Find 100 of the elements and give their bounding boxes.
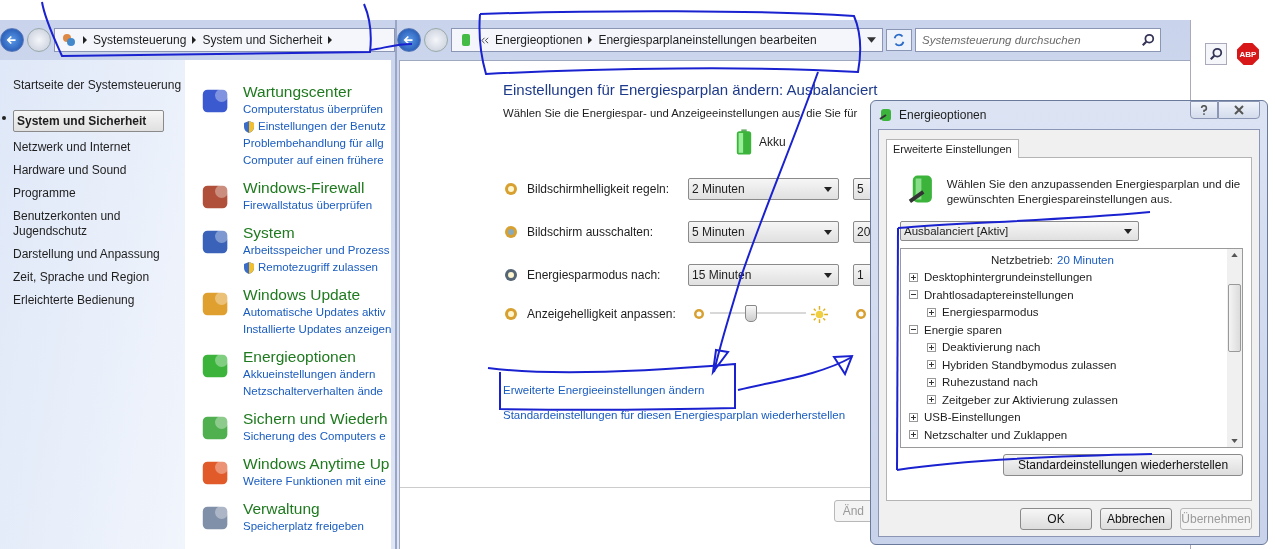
category-link[interactable]: Computer auf einen frühere — [243, 152, 384, 169]
scroll-down-icon[interactable] — [1231, 439, 1238, 443]
category-title[interactable]: Windows Update — [243, 285, 361, 304]
expand-icon[interactable] — [909, 272, 918, 282]
expand-icon[interactable] — [927, 395, 936, 405]
category-link[interactable]: Automatische Updates aktiv — [243, 304, 386, 321]
tree-item[interactable]: Drahtlosadaptereinstellungen — [924, 288, 1074, 301]
category-title[interactable]: Windows-Firewall — [243, 178, 365, 197]
sidebar-item[interactable]: System und Sicherheit — [13, 110, 164, 132]
adblock-button[interactable]: ABP — [1237, 43, 1259, 65]
dropdown[interactable]: 2 Minuten — [688, 178, 839, 200]
question-mark-icon — [1200, 104, 1208, 116]
category-link[interactable]: Weitere Funktionen mit eine — [243, 473, 386, 490]
tree-item[interactable]: Energiesparmodus — [942, 306, 1039, 319]
category-link[interactable]: Remotezugriff zulassen — [258, 259, 378, 276]
collapse-icon[interactable] — [909, 325, 918, 335]
collapse-icon[interactable] — [909, 290, 918, 300]
breadcrumb-arrow-icon — [83, 36, 87, 44]
category-title[interactable]: System — [243, 223, 295, 242]
clock-monitor-icon — [503, 224, 519, 240]
dropdown-caret-icon — [1124, 228, 1132, 234]
restore-defaults-button[interactable]: Standardeinstellungen wiederherstellen — [1003, 454, 1243, 476]
expand-icon[interactable] — [927, 360, 936, 370]
tree-item[interactable]: Desktophintergrundeinstellungen — [924, 271, 1093, 284]
setting-value-link[interactable]: 20 Minuten — [1057, 253, 1114, 266]
brightness-icon — [503, 181, 519, 197]
tree-item[interactable]: Netzschalter und Zuklappen — [924, 428, 1068, 441]
tree-item[interactable]: Zeitgeber zur Aktivierung zulassen — [942, 393, 1118, 406]
category-link[interactable]: Sicherung des Computers e — [243, 428, 386, 445]
scrollbar[interactable] — [1227, 249, 1242, 447]
refresh-button[interactable] — [886, 29, 912, 51]
category-title[interactable]: Energieoptionen — [243, 347, 356, 366]
close-icon — [1234, 105, 1244, 115]
tree-item[interactable]: Deaktivierung nach — [942, 341, 1041, 354]
expand-icon[interactable] — [927, 342, 936, 352]
sidebar-item[interactable]: Netzwerk und Internet — [13, 140, 173, 155]
category-link[interactable]: Firewallstatus überprüfen — [243, 197, 373, 214]
sidebar-item[interactable]: Darstellung und Anpassung — [13, 247, 173, 262]
slider-thumb[interactable] — [745, 305, 758, 322]
category-title[interactable]: Verwaltung — [243, 499, 320, 518]
dropdown-caret-icon — [824, 186, 832, 192]
breadcrumb-item[interactable]: Energiesparplaneinstellungen bearbeiten — [598, 33, 817, 47]
search-button[interactable] — [1205, 43, 1227, 65]
scroll-up-icon[interactable] — [1231, 253, 1238, 257]
settings-link[interactable]: Erweiterte Energieeinstellungen ändern — [503, 384, 705, 396]
scrollbar-thumb[interactable] — [1228, 284, 1241, 352]
dropdown-caret-icon[interactable] — [867, 37, 876, 43]
dim-sun-icon — [855, 308, 867, 320]
setting-label: Bildschirm ausschalten: — [527, 225, 655, 239]
expand-icon[interactable] — [909, 412, 918, 422]
dim-sun-icon — [693, 308, 705, 320]
back-button[interactable] — [0, 28, 24, 52]
close-button[interactable] — [1218, 101, 1260, 119]
address-bar[interactable]: Systemsteuerung System und Sicherheit — [54, 28, 395, 52]
tree-item[interactable]: Hybriden Standbymodus zulassen — [942, 358, 1117, 371]
brightness-slider[interactable] — [710, 304, 806, 324]
back-button[interactable] — [397, 28, 421, 52]
category-link[interactable]: Problembehandlung für allg — [243, 135, 384, 152]
category-link[interactable]: Einstellungen der Benutz — [258, 118, 386, 135]
expand-icon[interactable] — [927, 307, 936, 317]
dialog-button[interactable]: Abbrechen — [1100, 508, 1172, 530]
settings-link[interactable]: Standardeinstellungen für diesen Energiesparplan wiederherstellen — [503, 409, 846, 421]
tree-item[interactable]: Energie sparen — [924, 323, 1002, 336]
setting-label: Energiesparmodus nach: — [527, 268, 662, 282]
breadcrumb-item[interactable]: Energieoptionen — [495, 33, 583, 47]
category-link[interactable]: Netzschalterverhalten ände — [243, 383, 383, 400]
sidebar-item[interactable]: Benutzerkonten und Jugendschutz — [13, 209, 173, 239]
dropdown[interactable]: 5 Minuten — [688, 221, 839, 243]
tab[interactable]: Erweiterte Einstellungen — [886, 139, 1019, 158]
category-link[interactable]: Computerstatus überprüfen — [243, 101, 383, 118]
dropdown-caret-icon — [824, 229, 832, 235]
search-icon — [1141, 33, 1155, 47]
category-link[interactable]: Installierte Updates anzeigen — [243, 321, 392, 338]
category-title[interactable]: Sichern und Wiederh — [243, 409, 388, 428]
breadcrumb-item[interactable]: System und Sicherheit — [202, 33, 323, 47]
sidebar-item[interactable]: Programme — [13, 186, 173, 201]
address-bar[interactable]: Energieoptionen Energiesparplaneinstellungen bearbeiten — [451, 28, 883, 52]
sidebar-item[interactable]: Hardware und Sound — [13, 163, 173, 178]
tree-item[interactable]: USB-Einstellungen — [924, 411, 1021, 424]
search-field[interactable]: Systemsteuerung durchsuchen — [915, 28, 1161, 52]
tree-item[interactable]: Ruhezustand nach — [942, 376, 1038, 389]
sidebar-item[interactable]: Erleichterte Bedienung — [13, 293, 173, 308]
sidebar-item[interactable]: Startseite der Systemsteuerung — [13, 78, 188, 93]
category-link[interactable]: Arbeitsspeicher und Prozess — [243, 242, 390, 259]
dialog-button[interactable]: OK — [1020, 508, 1092, 530]
plan-dropdown[interactable]: Ausbalanciert [Aktiv] — [900, 221, 1139, 241]
category-link[interactable]: Akkueinstellungen ändern — [243, 366, 376, 383]
expand-icon[interactable] — [927, 377, 936, 387]
breadcrumb-item[interactable]: Systemsteuerung — [93, 33, 187, 47]
help-button[interactable] — [1190, 101, 1218, 119]
breadcrumb-arrow-icon — [588, 36, 593, 44]
column-header: Akku — [759, 135, 786, 149]
pen-line — [369, 43, 413, 51]
category-link[interactable]: Speicherplatz freigeben — [243, 518, 364, 535]
dropdown-caret-icon — [824, 272, 832, 278]
category-title[interactable]: Wartungscenter — [243, 82, 352, 101]
category-title[interactable]: Windows Anytime Up — [243, 454, 390, 473]
double-chevron-icon — [480, 35, 489, 45]
expand-icon[interactable] — [909, 430, 918, 440]
sidebar-item[interactable]: Zeit, Sprache und Region — [13, 270, 173, 285]
